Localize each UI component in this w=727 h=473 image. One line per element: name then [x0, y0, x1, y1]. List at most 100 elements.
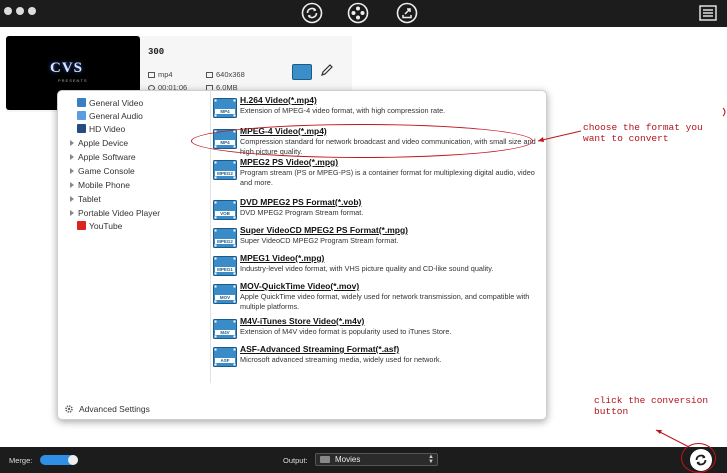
format-title: ASF-Advanced Streaming Format(*.asf) [240, 344, 400, 354]
youtube-icon [77, 221, 86, 230]
category-label: Portable Video Player [78, 207, 161, 218]
video-resolution-value: 640x368 [216, 70, 245, 79]
video-format-icon [213, 98, 237, 118]
film-icon [77, 98, 86, 107]
output-format-icon[interactable] [292, 64, 312, 80]
video-resolution: 640x368 [206, 70, 245, 79]
category-item[interactable]: YouTube [77, 219, 122, 232]
screen-icon [206, 71, 213, 78]
format-badge: MPEG1 [217, 267, 233, 272]
format-description: Industry-level video format, with VHS pi… [240, 264, 494, 273]
format-description: Extension of M4V video format is popular… [240, 327, 452, 336]
folder-icon [320, 456, 330, 463]
output-folder-value: Movies [335, 455, 361, 464]
format-title: H.264 Video(*.mp4) [240, 95, 317, 105]
category-item[interactable]: Game Console [70, 164, 135, 177]
format-badge: VOB [220, 211, 230, 216]
video-format-icon [213, 160, 237, 180]
category-label: Game Console [78, 165, 135, 176]
edit-icon[interactable] [320, 63, 334, 77]
film-icon [148, 71, 155, 78]
video-format-icon [213, 256, 237, 276]
format-badge: MOV [219, 295, 231, 300]
video-format-icon [213, 347, 237, 367]
chevron-right-icon [70, 167, 74, 174]
window-dot-1[interactable] [4, 7, 12, 15]
category-item[interactable]: HD Video [77, 122, 125, 135]
chevron-right-icon [70, 153, 74, 160]
category-item[interactable]: General Audio [77, 109, 143, 122]
category-label: General Audio [89, 110, 143, 121]
format-badge: MPEG2 [217, 171, 233, 176]
category-list: General Video General Audio HD Video Apple … [58, 91, 210, 391]
window-dot-3[interactable] [28, 7, 36, 15]
choose-format-note: choose the format you want to convert [583, 122, 703, 144]
choose-note-line-2: want to convert [583, 133, 669, 144]
format-title: M4V-iTunes Store Video(*.m4v) [240, 316, 365, 326]
select-arrows-icon: ▲ ▼ [428, 454, 434, 465]
video-title: 300 [148, 47, 165, 57]
main-area: CVS PRESENTS 300 mp4 640x368 00:01:06 6.… [0, 27, 727, 447]
music-note-icon [77, 111, 86, 120]
category-item[interactable]: Apple Device [70, 136, 128, 149]
convert-icon[interactable] [301, 2, 323, 24]
convert-highlight-ellipse [681, 443, 716, 473]
thumbnail-logo: CVS [50, 60, 84, 76]
category-label: Apple Device [78, 137, 129, 148]
category-item[interactable]: Portable Video Player [70, 206, 160, 219]
output-label: Output: [283, 456, 308, 465]
category-label: HD Video [89, 123, 126, 134]
format-title: MOV-QuickTime Video(*.mov) [240, 281, 360, 291]
video-format-icon [213, 228, 237, 248]
category-label: YouTube [89, 220, 123, 231]
chevron-right-icon [70, 209, 74, 216]
format-description: Extension of MPEG-4 video format, with h… [240, 106, 446, 115]
chevron-right-icon [70, 181, 74, 188]
format-description: Apple QuickTime video format, widely use… [240, 292, 530, 311]
chevron-right-icon [70, 139, 74, 146]
bottom-bar: Merge: Output: Movies ▲ ▼ [0, 447, 727, 473]
click-note-line-2: button [594, 406, 629, 417]
video-format-icon [213, 200, 237, 220]
category-item[interactable]: Apple Software [70, 150, 136, 163]
advanced-settings-label: Advanced Settings [79, 404, 150, 414]
hd-icon [77, 124, 86, 133]
chevron-right-icon [70, 195, 74, 202]
merge-toggle-knob [68, 455, 78, 465]
window-dot-2[interactable] [16, 7, 24, 15]
share-icon[interactable] [396, 2, 418, 24]
film-reel-icon[interactable] [347, 2, 369, 24]
video-format: mp4 [148, 70, 173, 79]
click-convert-note: click the conversion button [594, 395, 708, 417]
gear-icon [65, 405, 73, 413]
format-title: Super VideoCD MPEG2 PS Format(*.mpg) [240, 225, 408, 235]
format-title: DVD MPEG2 PS Format(*.vob) [240, 197, 362, 207]
format-title: MPEG2 PS Video(*.mpg) [240, 157, 339, 167]
click-note-line-1: click the conversion [594, 395, 709, 406]
advanced-settings-button[interactable]: Advanced Settings [64, 404, 150, 414]
video-format-icon [213, 319, 237, 339]
menu-icon[interactable] [699, 4, 717, 22]
format-badge: M4V [220, 330, 230, 335]
category-item[interactable]: Mobile Phone [70, 178, 130, 191]
format-badge: MPEG2 [217, 239, 233, 244]
choose-note-line-1: choose the format you [583, 122, 703, 133]
merge-toggle[interactable] [40, 455, 78, 465]
category-label: Tablet [78, 193, 101, 204]
category-item[interactable]: General Video [77, 96, 143, 109]
format-badge: MP4 [220, 109, 230, 114]
thumbnail-subtitle: PRESENTS [58, 78, 88, 83]
format-description: Microsoft advanced streaming media, wide… [240, 355, 442, 364]
format-highlight-ellipse [191, 124, 533, 158]
format-badge: ASF [220, 358, 230, 363]
category-label: Mobile Phone [78, 179, 130, 190]
format-title: MPEG1 Video(*.mpg) [240, 253, 325, 263]
output-folder-select[interactable]: Movies ▲ ▼ [315, 453, 438, 466]
format-description: Super VideoCD MPEG2 Program Stream forma… [240, 236, 399, 245]
video-format-value: mp4 [158, 70, 173, 79]
category-item[interactable]: Tablet [70, 192, 101, 205]
category-label: General Video [89, 97, 144, 108]
top-toolbar [0, 0, 727, 27]
category-label: Apple Software [78, 151, 136, 162]
format-description: Program stream (PS or MPEG-PS) is a cont… [240, 168, 535, 187]
